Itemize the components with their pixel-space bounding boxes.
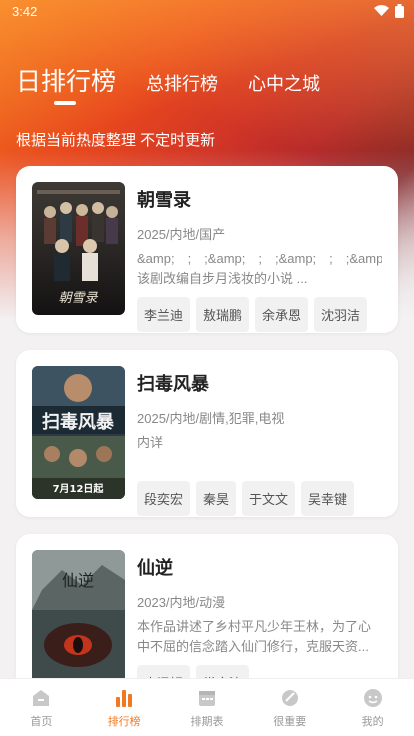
bottom-nav: 首页 排行榜 排期表 很重要 我的 bbox=[0, 678, 414, 736]
svg-text:扫毒风暴: 扫毒风暴 bbox=[42, 411, 115, 433]
item-description: 本作品讲述了乡村平凡少年王林，为了心中不屈的信念踏入仙门修行，克服天资... bbox=[137, 619, 372, 654]
cast-chip[interactable]: 常文涛 bbox=[196, 665, 250, 678]
important-icon bbox=[281, 690, 298, 706]
list-item[interactable]: 仙逆 仙逆 2023/内地/动漫 本作品讲述了乡村平凡少年王林，为了心中不屈的信… bbox=[16, 534, 398, 678]
nav-ranking[interactable]: 排行榜 bbox=[83, 679, 166, 736]
cast-chip[interactable]: 敖瑞鹏 bbox=[196, 297, 250, 332]
list-item[interactable]: 朝雪录 朝雪录 2025/内地/国产 &amp; ; ;&amp; ; ;&am… bbox=[16, 166, 398, 333]
item-description: 内详 bbox=[137, 435, 164, 450]
item-title[interactable]: 朝雪录 bbox=[137, 186, 382, 212]
item-info: 仙逆 2023/内地/动漫 本作品讲述了乡村平凡少年王林，为了心中不屈的信念踏入… bbox=[137, 550, 382, 678]
tab-daily[interactable]: 日排行榜 bbox=[16, 62, 116, 98]
tab-indicator bbox=[54, 101, 76, 105]
nav-label: 排期表 bbox=[190, 716, 224, 728]
item-meta: 2025/内地/剧情,犯罪,电视 bbox=[137, 411, 285, 426]
status-bar: 3:42 bbox=[0, 0, 414, 24]
poster-image: 朝雪录 bbox=[32, 182, 125, 315]
nav-label: 我的 bbox=[361, 716, 384, 728]
nav-important[interactable]: 很重要 bbox=[248, 679, 331, 736]
svg-text:7月12日起: 7月12日起 bbox=[53, 482, 105, 495]
list-item[interactable]: 扫毒风暴 7月12日起 扫毒风暴 2025/内地/剧情,犯罪,电视 内详 段奕宏… bbox=[16, 350, 398, 517]
cast-chip[interactable]: 沈羽洁 bbox=[314, 297, 368, 332]
battery-icon bbox=[395, 4, 404, 18]
item-meta: 2025/内地/国产 bbox=[137, 227, 226, 242]
svg-text:朝雪录: 朝雪录 bbox=[58, 291, 98, 306]
status-icons bbox=[374, 4, 404, 18]
ranking-icon bbox=[116, 690, 133, 707]
item-info: 扫毒风暴 2025/内地/剧情,犯罪,电视 内详 段奕宏 秦昊 于文文 吴幸键 bbox=[137, 366, 382, 516]
item-info: 朝雪录 2025/内地/国产 &amp; ; ;&amp; ; ;&amp; ;… bbox=[137, 182, 382, 332]
cast-chip[interactable]: 李兰迪 bbox=[137, 297, 191, 332]
tab-city[interactable]: 心中之城 bbox=[248, 70, 320, 98]
cast-chip[interactable]: 史泽鲲 bbox=[137, 665, 191, 678]
tab-overall[interactable]: 总排行榜 bbox=[146, 70, 218, 98]
cast-chip[interactable]: 段奕宏 bbox=[137, 481, 191, 516]
cast-list: 段奕宏 秦昊 于文文 吴幸键 bbox=[137, 481, 382, 516]
cast-chip[interactable]: 于文文 bbox=[242, 481, 296, 516]
item-title[interactable]: 扫毒风暴 bbox=[137, 370, 382, 396]
calendar-icon bbox=[198, 691, 215, 706]
cast-chip[interactable]: 吴幸键 bbox=[301, 481, 355, 516]
nav-label: 排行榜 bbox=[107, 716, 141, 728]
item-meta: 2023/内地/动漫 bbox=[137, 595, 226, 610]
status-time: 3:42 bbox=[12, 4, 38, 19]
cast-chip[interactable]: 余承恩 bbox=[255, 297, 309, 332]
nav-home[interactable]: 首页 bbox=[0, 679, 83, 736]
home-icon bbox=[33, 690, 50, 706]
item-description: &amp; ; ;&amp; ; ;&amp; ; ;&amp; ; ;该剧改编… bbox=[137, 251, 382, 286]
poster-image: 仙逆 bbox=[32, 550, 125, 678]
nav-profile[interactable]: 我的 bbox=[331, 679, 414, 736]
ranking-list[interactable]: 朝雪录 朝雪录 2025/内地/国产 &amp; ; ;&amp; ; ;&am… bbox=[0, 166, 414, 678]
cast-list: 李兰迪 敖瑞鹏 余承恩 沈羽洁 bbox=[137, 297, 382, 332]
ranking-tabs: 日排行榜 总排行榜 心中之城 bbox=[16, 62, 350, 98]
svg-text:仙逆: 仙逆 bbox=[62, 571, 94, 590]
item-title[interactable]: 仙逆 bbox=[137, 554, 382, 580]
page-subtitle: 根据当前热度整理 不定时更新 bbox=[16, 132, 216, 149]
wifi-icon bbox=[374, 5, 389, 16]
nav-label: 首页 bbox=[30, 716, 53, 728]
nav-label: 很重要 bbox=[273, 716, 307, 728]
profile-icon bbox=[363, 689, 382, 707]
cast-chip[interactable]: 秦昊 bbox=[196, 481, 237, 516]
poster-image: 扫毒风暴 7月12日起 bbox=[32, 366, 125, 499]
cast-list: 史泽鲲 常文涛 bbox=[137, 665, 382, 678]
nav-schedule[interactable]: 排期表 bbox=[166, 679, 249, 736]
